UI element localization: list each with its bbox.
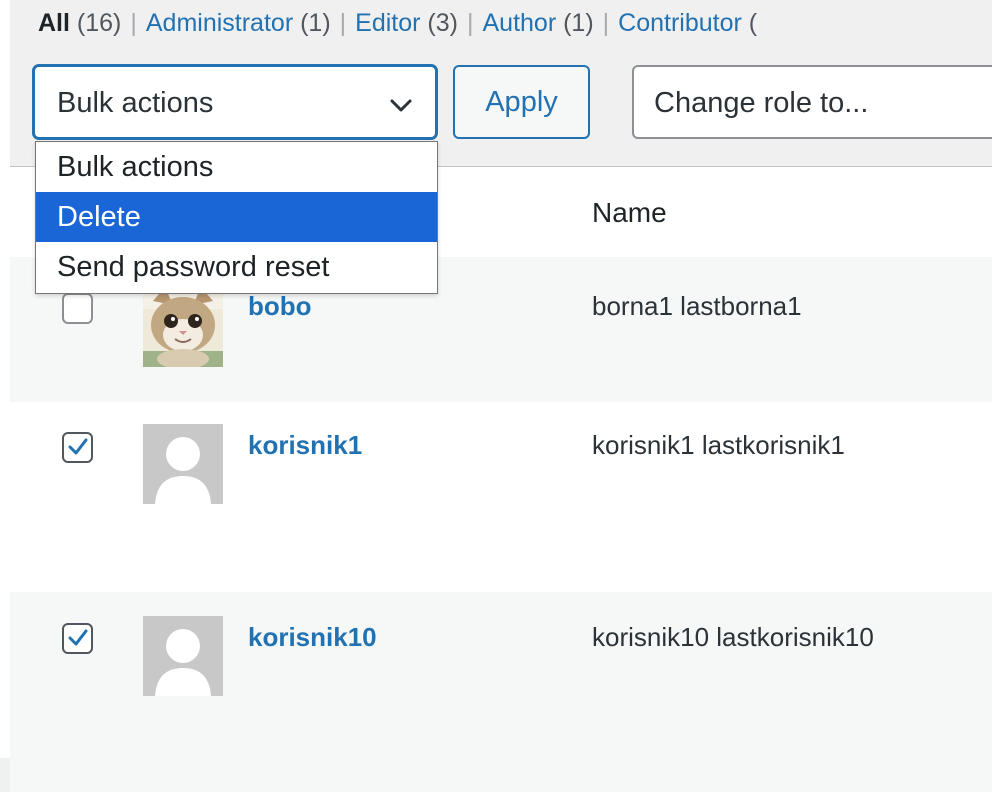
filter-all[interactable]: All (16) bbox=[38, 9, 121, 37]
bulk-actions-select[interactable]: Bulk actions bbox=[33, 65, 437, 139]
filter-author[interactable]: Author (1) bbox=[482, 9, 593, 37]
filter-administrator-label: Administrator bbox=[145, 9, 294, 37]
avatar-cat-photo bbox=[143, 287, 223, 367]
avatar-default bbox=[143, 424, 223, 504]
checkmark-icon bbox=[68, 629, 88, 646]
filter-separator: | bbox=[466, 9, 474, 37]
filter-editor-count: (3) bbox=[427, 9, 458, 37]
filter-contributor-count: ( bbox=[748, 9, 758, 37]
user-fullname: korisnik10 lastkorisnik10 bbox=[592, 622, 874, 652]
dropdown-option-bulk-actions[interactable]: Bulk actions bbox=[36, 142, 437, 192]
cat-photo-icon bbox=[143, 287, 223, 367]
row-checkbox[interactable] bbox=[62, 623, 93, 654]
dropdown-option-send-password-reset[interactable]: Send password reset bbox=[36, 242, 437, 292]
apply-button[interactable]: Apply bbox=[453, 65, 590, 139]
table-row: korisnik1 korisnik1 lastkorisnik1 bbox=[10, 402, 992, 592]
filter-contributor[interactable]: Contributor ( bbox=[618, 9, 757, 37]
table-row: korisnik10 korisnik10 lastkorisnik10 bbox=[10, 592, 992, 792]
filter-all-count: (16) bbox=[76, 9, 122, 37]
username-link[interactable]: bobo bbox=[248, 291, 312, 322]
filter-administrator-count: (1) bbox=[300, 9, 331, 37]
filter-separator: | bbox=[130, 9, 137, 37]
row-checkbox[interactable] bbox=[62, 432, 93, 463]
default-avatar-icon bbox=[143, 424, 223, 504]
row-checkbox[interactable] bbox=[62, 293, 93, 324]
change-role-select[interactable]: Change role to... bbox=[632, 65, 992, 139]
username-link[interactable]: korisnik1 bbox=[248, 430, 362, 461]
chevron-down-icon bbox=[390, 99, 412, 112]
filter-contributor-label: Contributor bbox=[618, 9, 742, 37]
filter-editor-label: Editor bbox=[355, 9, 421, 37]
filter-separator: | bbox=[339, 9, 347, 37]
filter-author-count: (1) bbox=[563, 9, 594, 37]
checkmark-icon bbox=[68, 438, 88, 455]
bulk-actions-value: Bulk actions bbox=[57, 87, 214, 119]
filter-author-label: Author bbox=[482, 9, 557, 37]
default-avatar-icon bbox=[143, 616, 223, 696]
username-link[interactable]: korisnik10 bbox=[248, 622, 377, 653]
user-fullname: borna1 lastborna1 bbox=[592, 291, 802, 321]
avatar-default bbox=[143, 616, 223, 696]
filter-administrator[interactable]: Administrator (1) bbox=[146, 9, 331, 37]
bulk-actions-dropdown-list: Bulk actions Delete Send password reset bbox=[35, 141, 438, 294]
dropdown-option-delete[interactable]: Delete bbox=[36, 192, 437, 242]
role-filter-links: All (16) | Administrator (1) | Editor (3) | Au… bbox=[38, 4, 757, 42]
filter-all-label: All bbox=[38, 9, 70, 37]
change-role-value: Change role to... bbox=[654, 87, 869, 119]
user-fullname: korisnik1 lastkorisnik1 bbox=[592, 430, 845, 460]
filter-separator: | bbox=[602, 9, 610, 37]
left-gutter bbox=[0, 0, 10, 758]
filter-editor[interactable]: Editor (3) bbox=[355, 9, 458, 37]
column-header-name[interactable]: Name bbox=[592, 197, 667, 229]
